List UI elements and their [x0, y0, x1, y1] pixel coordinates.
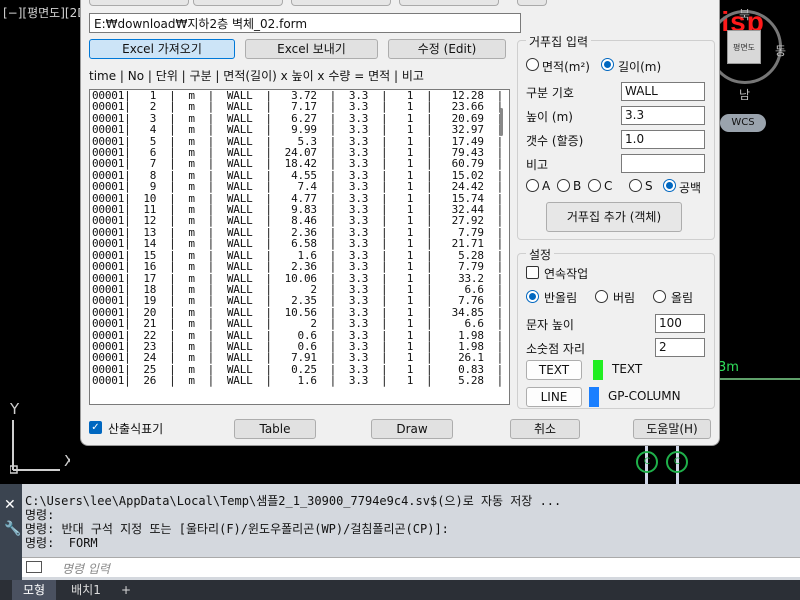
list-item[interactable]: 00001| 26 | m | WALL | 1.6 | 3.3 | 1 | 5…: [92, 375, 509, 387]
list-item[interactable]: 00001| 19 | m | WALL | 2.35 | 3.3 | 1 | …: [92, 295, 509, 307]
compass-north[interactable]: 북: [739, 6, 750, 23]
radio-type-c[interactable]: [588, 179, 601, 192]
code-label: 구분 기호: [526, 86, 574, 100]
radio-type-b-label[interactable]: B: [573, 179, 581, 193]
excel-import-button[interactable]: Excel 가져오기: [89, 39, 235, 59]
height-label: 높이 (m): [526, 110, 573, 124]
add-formwork-button[interactable]: 거푸집 추가 (객체): [546, 202, 682, 232]
radio-ceil-label[interactable]: 올림: [671, 289, 693, 306]
radio-type-blank-label[interactable]: 공백: [679, 179, 701, 196]
form-dialog: E:₩download₩지하2층 벽체_02.form Excel 가져오기 E…: [80, 0, 720, 446]
radio-type-blank[interactable]: [663, 179, 676, 192]
settings-title: 설정: [526, 246, 555, 263]
column-marker: C: [636, 451, 658, 473]
help-button[interactable]: 도움말(H): [633, 419, 711, 439]
radio-length-label[interactable]: 길이(m): [618, 58, 661, 75]
radio-type-b[interactable]: [557, 179, 570, 192]
radio-area[interactable]: [526, 58, 539, 71]
decimals-label: 소숫점 자리: [526, 342, 586, 356]
radio-type-s[interactable]: [629, 179, 642, 192]
radio-ceil[interactable]: [653, 290, 666, 303]
dimension-text: 3m: [718, 360, 739, 375]
show-formula-label[interactable]: 산출식표기: [108, 420, 163, 437]
wcs-menu[interactable]: WCS: [720, 114, 766, 132]
radio-round[interactable]: [526, 290, 539, 303]
formwork-title: 거푸집 입력: [526, 33, 592, 50]
count-input[interactable]: 1.0: [621, 130, 705, 149]
radio-area-label[interactable]: 면적(m²): [542, 58, 590, 75]
show-formula-checkbox[interactable]: ✓: [89, 421, 102, 434]
radio-type-s-label[interactable]: S: [645, 179, 653, 193]
data-rows[interactable]: 00001| 1 | m | WALL | 3.72 | 3.3 | 1 | 1…: [92, 90, 509, 387]
command-line: 명령:: [25, 508, 55, 522]
tab-model[interactable]: 모형: [12, 580, 56, 600]
command-placeholder: 명령 입력: [62, 562, 110, 576]
decimals-input[interactable]: 2: [655, 338, 705, 357]
dialog-top-strip: [81, 0, 721, 8]
ucs-y-label: Y: [10, 400, 20, 418]
line-layer-button[interactable]: LINE: [526, 387, 582, 407]
text-layer-button[interactable]: TEXT: [526, 360, 582, 380]
cancel-button[interactable]: 취소: [510, 419, 580, 439]
excel-export-button[interactable]: Excel 보내기: [245, 39, 378, 59]
command-sidebar: ✕ 🔧: [0, 484, 22, 580]
viewcube[interactable]: 평면도: [727, 30, 761, 64]
text-height-input[interactable]: 100: [655, 314, 705, 333]
tab-layout1[interactable]: 배치1: [62, 580, 110, 600]
list-item[interactable]: 00001| 21 | m | WALL | 2 | 3.3 | 1 | 6.6…: [92, 318, 509, 330]
command-line: 명령: FORM: [25, 536, 98, 550]
list-scrollbar[interactable]: [500, 108, 503, 136]
command-line: 명령: 반대 구석 지정 또는 [울타리(F)/윈도우폴리곤(WP)/걸침폴리곤…: [25, 522, 449, 536]
radio-round-label[interactable]: 반올림: [544, 289, 577, 306]
compass-east[interactable]: 동: [775, 42, 786, 59]
text-color-swatch[interactable]: [593, 360, 603, 380]
line-color-swatch[interactable]: [589, 387, 599, 407]
draw-button[interactable]: Draw: [371, 419, 453, 439]
radio-floor[interactable]: [595, 290, 608, 303]
data-list[interactable]: 00001| 1 | m | WALL | 3.72 | 3.3 | 1 | 1…: [89, 89, 510, 405]
text-layer-name: TEXT: [612, 362, 643, 376]
ucs-x-label: X: [64, 452, 70, 470]
file-path-field[interactable]: E:₩download₩지하2층 벽체_02.form: [89, 13, 521, 33]
note-input[interactable]: [621, 154, 705, 173]
line-layer-name: GP-COLUMN: [608, 389, 681, 403]
table-button[interactable]: Table: [234, 419, 316, 439]
compass-south[interactable]: 남: [739, 86, 750, 103]
command-panel: ✕ 🔧 C:\Users\lee\AppData\Local\Temp\샘플2_…: [0, 484, 800, 580]
continuous-checkbox[interactable]: [526, 266, 539, 279]
note-label: 비고: [526, 158, 549, 172]
command-prompt-icon[interactable]: [26, 561, 42, 573]
layout-tabs: 모형 배치1 +: [0, 580, 800, 600]
command-line: C:\Users\lee\AppData\Local\Temp\샘플2_1_30…: [25, 494, 562, 508]
list-item[interactable]: 00001| 14 | m | WALL | 6.58 | 3.3 | 1 | …: [92, 238, 509, 250]
command-history: C:\Users\lee\AppData\Local\Temp\샘플2_1_30…: [25, 494, 561, 550]
height-input[interactable]: 3.3: [621, 106, 705, 125]
continuous-label[interactable]: 연속작업: [544, 265, 588, 282]
code-input[interactable]: WALL: [621, 82, 705, 101]
radio-length[interactable]: [601, 58, 614, 71]
columns-header: time | No | 단위 | 구분 | 면적(길이) x 높이 x 수량 =…: [89, 69, 424, 83]
command-input[interactable]: 명령 입력: [22, 557, 800, 577]
list-item[interactable]: 00001| 4 | m | WALL | 9.99 | 3.3 | 1 | 3…: [92, 124, 509, 136]
radio-type-a-label[interactable]: A: [542, 179, 550, 193]
count-label: 갯수 (할증): [526, 134, 584, 148]
list-item[interactable]: 00001| 16 | m | WALL | 2.36 | 3.3 | 1 | …: [92, 261, 509, 273]
column-marker: C: [666, 451, 688, 473]
list-item[interactable]: 00001| 9 | m | WALL | 7.4 | 3.3 | 1 | 24…: [92, 181, 509, 193]
radio-type-c-label[interactable]: C: [604, 179, 612, 193]
radio-type-a[interactable]: [526, 179, 539, 192]
text-height-label: 문자 높이: [526, 318, 574, 332]
add-tab-button[interactable]: +: [116, 580, 136, 600]
ucs-icon: Y X: [10, 400, 70, 474]
close-icon[interactable]: ✕: [4, 496, 16, 513]
wrench-icon[interactable]: 🔧: [4, 520, 21, 537]
radio-floor-label[interactable]: 버림: [613, 289, 635, 306]
viewport-label[interactable]: [−][평면도][2D: [3, 4, 86, 21]
edit-button[interactable]: 수정 (Edit): [388, 39, 506, 59]
